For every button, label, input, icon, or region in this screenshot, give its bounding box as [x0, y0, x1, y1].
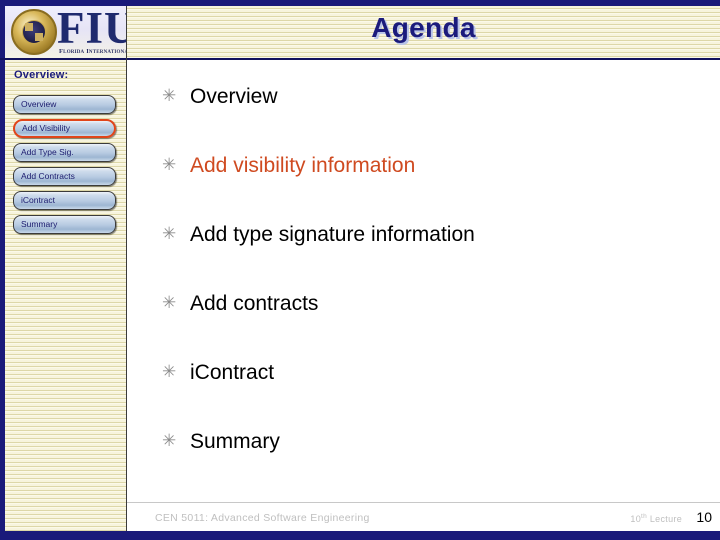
- footer-lecture-number: 10: [630, 514, 642, 524]
- asterisk-bullet-icon: ✳: [162, 86, 177, 105]
- footer-lecture-label: 10th Lecture: [630, 513, 682, 524]
- fiu-seal-crest-icon: [22, 20, 46, 44]
- bullet-item-add-contracts: ✳ Add contracts: [162, 289, 707, 319]
- fiu-wordmark: FIU: [57, 6, 127, 53]
- asterisk-bullet-icon: ✳: [162, 293, 177, 312]
- bullet-item-add-visibility: ✳ Add visibility information: [162, 151, 707, 181]
- bullet-item-add-type-signature: ✳ Add type signature information: [162, 220, 707, 250]
- bullet-label: iContract: [190, 361, 275, 384]
- bullet-label: Add contracts: [190, 292, 319, 315]
- bullet-item-overview: ✳ Overview: [162, 82, 707, 112]
- sidebar-heading: Overview:: [14, 69, 69, 81]
- sidebar-item-icontract[interactable]: iContract: [13, 191, 116, 210]
- sidebar-item-add-type-sig[interactable]: Add Type Sig.: [13, 143, 116, 162]
- asterisk-bullet-icon: ✳: [162, 155, 177, 174]
- sidebar-item-add-visibility[interactable]: Add Visibility: [13, 119, 116, 138]
- footer-divider-rule: [127, 502, 720, 503]
- asterisk-bullet-icon: ✳: [162, 431, 177, 450]
- footer-course-label: CEN 5011: Advanced Software Engineering: [155, 512, 370, 524]
- bullet-label: Add visibility information: [190, 154, 416, 177]
- fiu-seal-icon: [11, 9, 57, 55]
- sidebar-item-overview[interactable]: Overview: [13, 95, 116, 114]
- footer-lecture-word: Lecture: [649, 514, 682, 524]
- bottom-border-bar: [0, 531, 720, 540]
- asterisk-bullet-icon: ✳: [162, 362, 177, 381]
- asterisk-bullet-icon: ✳: [162, 224, 177, 243]
- logo-area: FIU Florida International University: [5, 6, 127, 58]
- bullet-label: Summary: [190, 430, 280, 453]
- footer-lecture-suffix: th: [641, 513, 648, 520]
- page-title: Agenda: [371, 12, 476, 43]
- slide-canvas: FIU Florida International University Age…: [0, 0, 720, 540]
- bullet-item-summary: ✳ Summary: [162, 427, 707, 457]
- page-number: 10: [696, 509, 712, 525]
- bullet-item-icontract: ✳ iContract: [162, 358, 707, 388]
- sidebar-item-summary[interactable]: Summary: [13, 215, 116, 234]
- bullet-label: Overview: [190, 85, 278, 108]
- sidebar-item-add-contracts[interactable]: Add Contracts: [13, 167, 116, 186]
- sidebar-divider: [126, 6, 127, 531]
- bullet-label: Add type signature information: [190, 223, 475, 246]
- fiu-subtitle: Florida International University: [59, 48, 127, 55]
